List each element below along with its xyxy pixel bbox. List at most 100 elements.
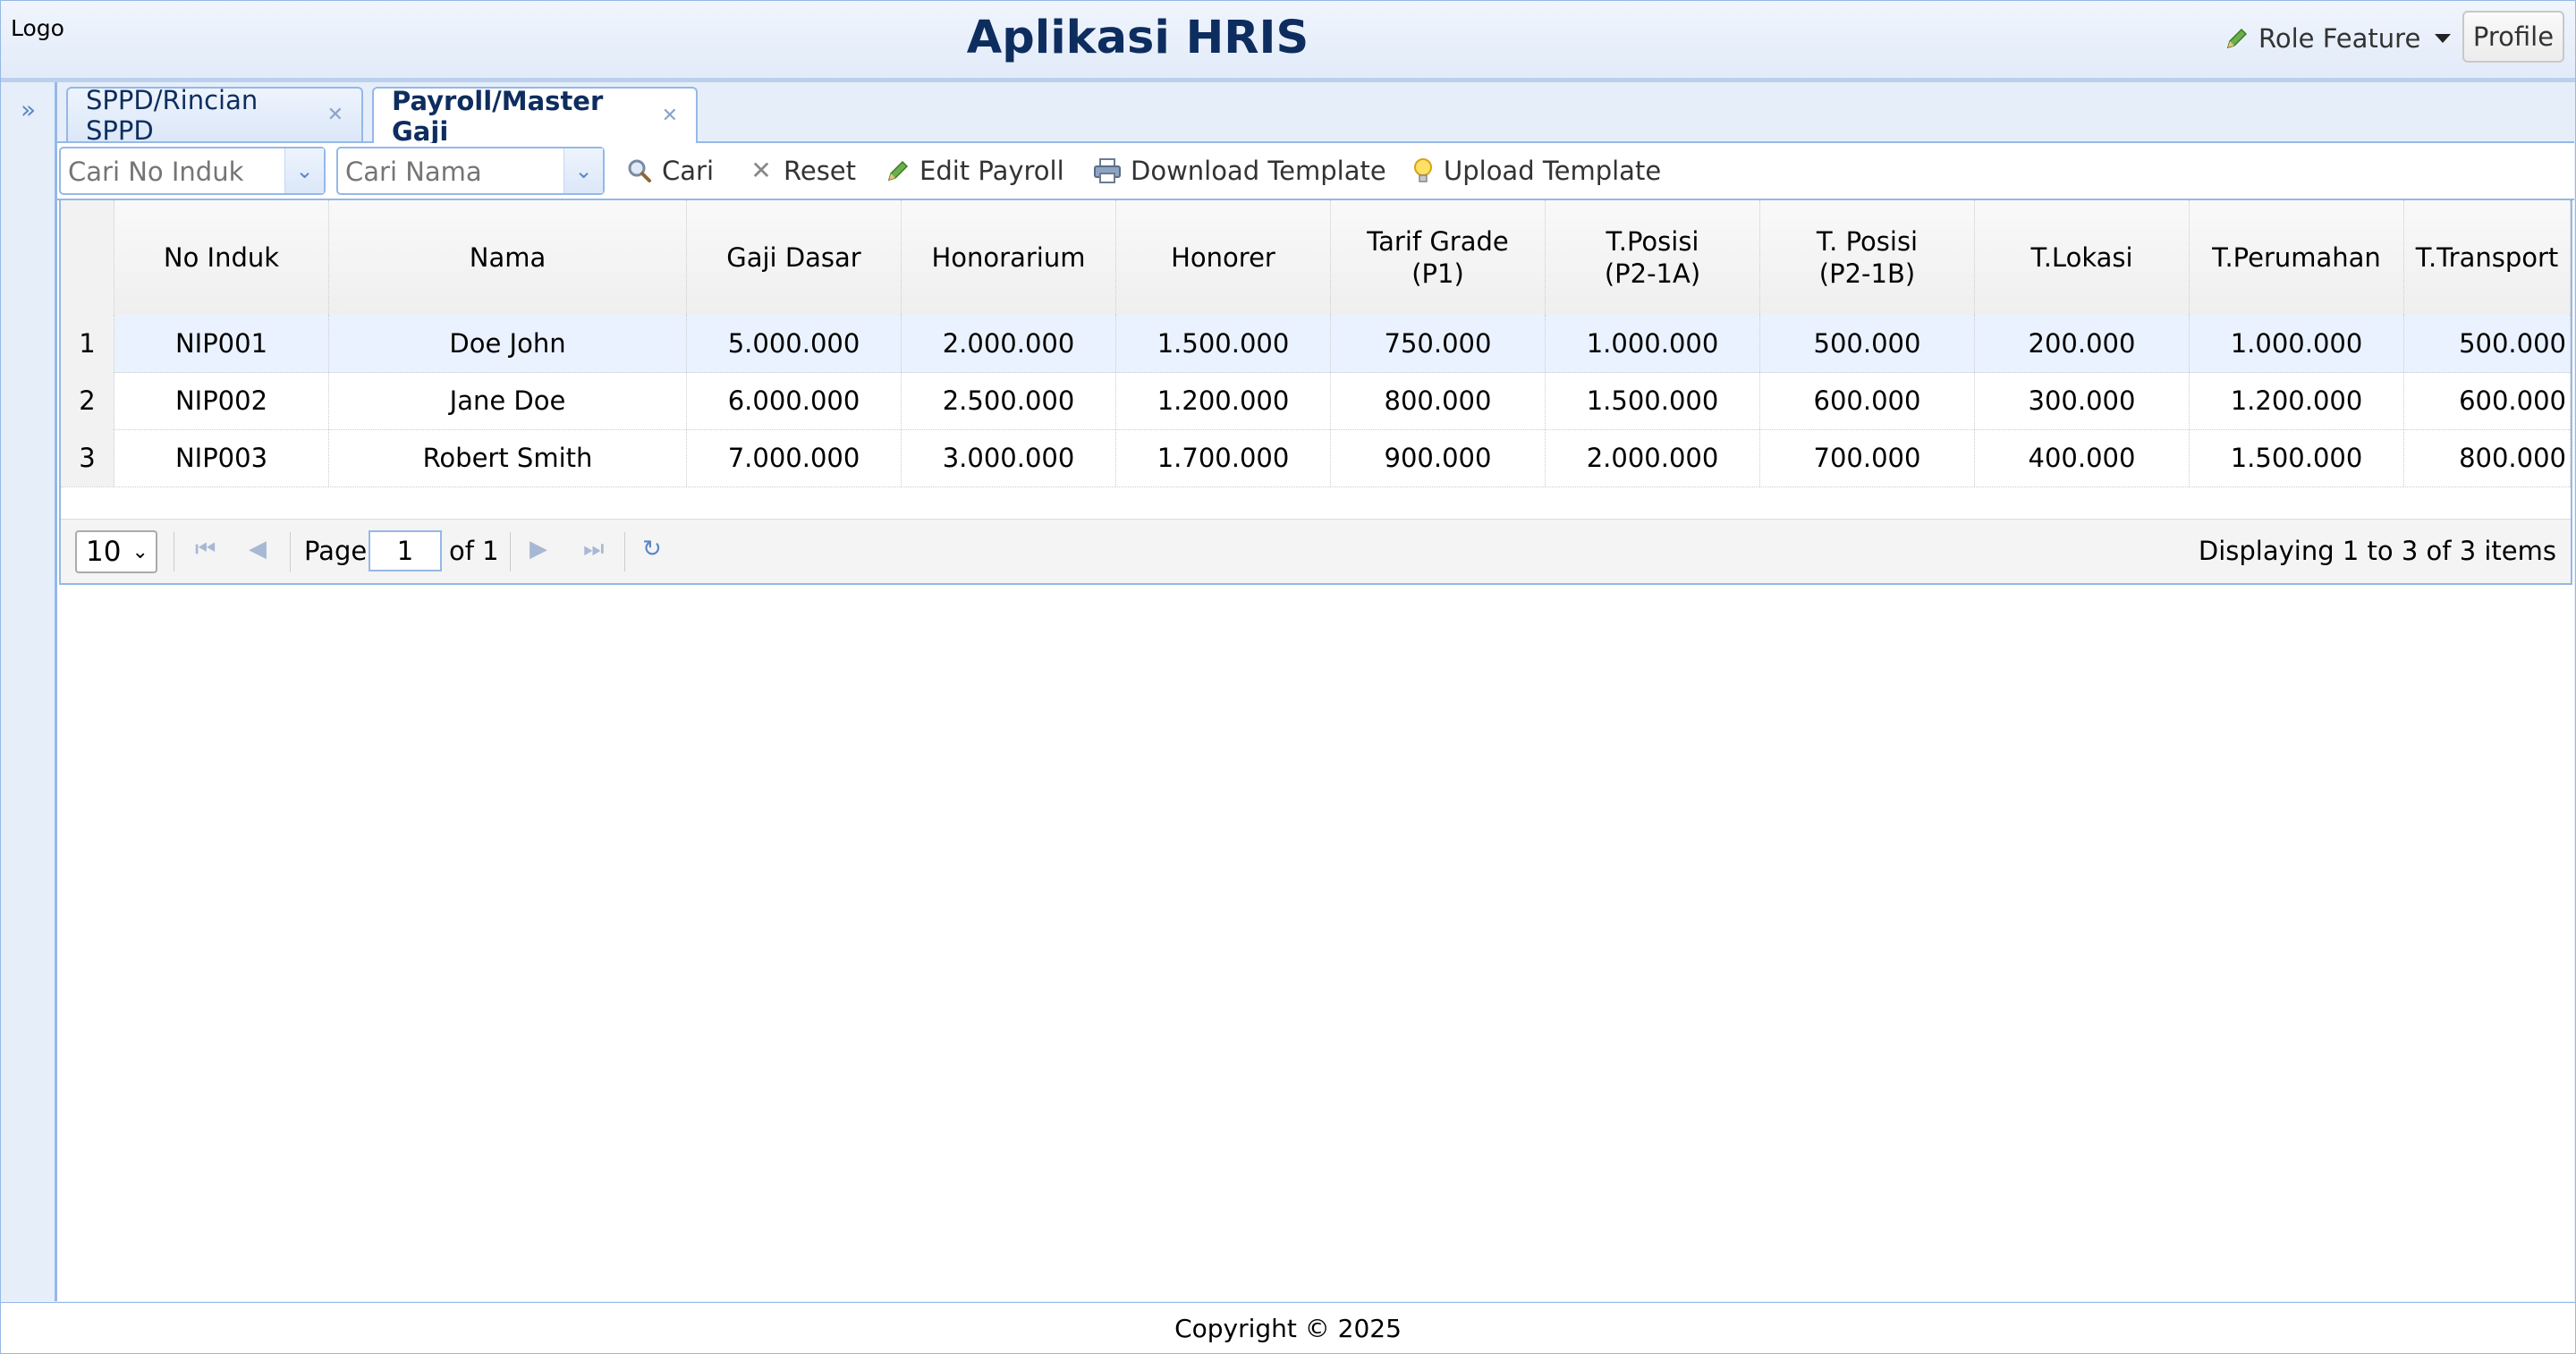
chevron-down-icon[interactable]: ⌄ (284, 148, 324, 193)
table-cell: 1.000.000 (1546, 315, 1760, 372)
grid-header: No Induk Nama Gaji Dasar Honorarium Hono… (61, 200, 2571, 316)
chevron-down-icon[interactable]: ⌄ (564, 148, 603, 193)
toolbar: ⌄ ⌄ Cari ✕ Reset Edit Payroll (57, 143, 2574, 200)
prev-page-icon[interactable]: ◀ (249, 536, 267, 563)
tab-label: SPPD/Rincian SPPD (86, 84, 258, 146)
pagination-bar: 10 ⌄ ⏮ ◀ Page 1 of 1 ▶ ⏭ ↻ Displaying 1 … (61, 519, 2571, 583)
displaying-info: Displaying 1 to 3 of 3 items (2198, 536, 2556, 566)
refresh-icon[interactable]: ↻ (642, 536, 662, 563)
role-feature-menu[interactable]: Role Feature (2224, 19, 2452, 58)
west-panel-collapsed: » (1, 82, 57, 1301)
table-cell: Jane Doe (329, 372, 687, 429)
pencil-icon (887, 160, 909, 182)
column-header[interactable]: Honorer (1116, 200, 1331, 315)
printer-icon (1094, 158, 1121, 183)
main-content: SPPD/Rincian SPPD ✕ Payroll/Master Gaji … (57, 82, 2574, 1301)
table-cell: 2.500.000 (902, 372, 1116, 429)
table-cell: 2.000.000 (902, 315, 1116, 372)
page-size-select[interactable]: 10 ⌄ (75, 530, 157, 573)
role-feature-label: Role Feature (2258, 23, 2421, 54)
page-label: Page (304, 536, 368, 566)
table-row[interactable]: 1 NIP001 Doe John 5.000.000 2.000.000 1.… (61, 315, 2571, 373)
table-cell: 800.000 (2404, 429, 2571, 487)
table-cell: 7.000.000 (687, 429, 902, 487)
table-cell: NIP002 (114, 372, 329, 429)
column-header[interactable]: T.Transport (2404, 200, 2571, 315)
table-cell: 6.000.000 (687, 372, 902, 429)
edit-payroll-button[interactable]: Edit Payroll (886, 150, 1064, 191)
column-header[interactable]: T.Lokasi (1975, 200, 2190, 315)
column-header[interactable]: T.Perumahan (2190, 200, 2404, 315)
first-page-icon[interactable]: ⏮ (195, 536, 216, 563)
close-icon[interactable]: ✕ (327, 104, 343, 126)
upload-template-button[interactable]: Upload Template (1411, 150, 1661, 191)
last-page-icon[interactable]: ⏭ (583, 536, 604, 563)
page-number-input[interactable]: 1 (369, 530, 442, 571)
column-header[interactable]: T. Posisi (P2-1B) (1760, 200, 1975, 315)
page-count-label: of 1 (449, 536, 499, 566)
table-cell: 2.000.000 (1546, 429, 1760, 487)
separator (290, 532, 291, 571)
column-header[interactable]: Honorarium (902, 200, 1116, 315)
tab-label: Payroll/Master Gaji (392, 85, 604, 147)
footer: Copyright © 2025 (1, 1302, 2575, 1353)
cari-button[interactable]: Cari (626, 150, 714, 191)
table-cell: NIP001 (114, 315, 329, 372)
row-number: 1 (61, 315, 114, 372)
column-header[interactable]: Nama (329, 200, 687, 315)
tabs-bar: SPPD/Rincian SPPD ✕ Payroll/Master Gaji … (57, 82, 2574, 147)
close-icon: ✕ (750, 156, 772, 185)
table-cell: 3.000.000 (902, 429, 1116, 487)
table-cell: Doe John (329, 315, 687, 372)
download-template-label: Download Template (1131, 156, 1386, 186)
table-cell: 1.500.000 (2190, 429, 2404, 487)
tab-payroll-master-gaji[interactable]: Payroll/Master Gaji ✕ (372, 86, 698, 147)
table-cell: 5.000.000 (687, 315, 902, 372)
search-nama-combo[interactable]: ⌄ (336, 147, 605, 195)
next-page-icon[interactable]: ▶ (530, 536, 547, 563)
column-header[interactable]: T.Posisi (P2-1A) (1546, 200, 1760, 315)
search-icon (628, 159, 651, 182)
profile-button[interactable]: Profile (2462, 11, 2564, 63)
caret-down-icon (2435, 34, 2452, 43)
column-header[interactable]: Tarif Grade (P1) (1331, 200, 1546, 315)
table-cell: 1.500.000 (1546, 372, 1760, 429)
table-cell: 1.700.000 (1116, 429, 1331, 487)
table-cell: 750.000 (1331, 315, 1546, 372)
cari-label: Cari (662, 156, 714, 186)
download-template-button[interactable]: Download Template (1093, 150, 1386, 191)
expand-panel-icon[interactable]: » (21, 95, 36, 124)
payroll-grid: No Induk Nama Gaji Dasar Honorarium Hono… (59, 199, 2572, 585)
table-cell: 600.000 (1760, 372, 1975, 429)
tab-sppd-rincian[interactable]: SPPD/Rincian SPPD ✕ (66, 85, 363, 146)
table-cell: NIP003 (114, 429, 329, 487)
row-number: 2 (61, 372, 114, 429)
column-header[interactable]: No Induk (114, 200, 329, 315)
table-cell: 500.000 (2404, 315, 2571, 372)
table-cell: 600.000 (2404, 372, 2571, 429)
table-row[interactable]: 3 NIP003 Robert Smith 7.000.000 3.000.00… (61, 429, 2571, 487)
pencil-icon (2226, 28, 2248, 49)
chevron-down-icon: ⌄ (131, 540, 148, 563)
table-cell: 1.500.000 (1116, 315, 1331, 372)
close-icon[interactable]: ✕ (662, 105, 678, 127)
search-nama-input[interactable] (338, 148, 569, 195)
table-cell: 500.000 (1760, 315, 1975, 372)
table-row[interactable]: 2 NIP002 Jane Doe 6.000.000 2.500.000 1.… (61, 372, 2571, 430)
search-no-induk-combo[interactable]: ⌄ (59, 147, 326, 195)
table-cell: 1.200.000 (2190, 372, 2404, 429)
table-cell: 400.000 (1975, 429, 2190, 487)
table-cell: 1.200.000 (1116, 372, 1331, 429)
row-number: 3 (61, 429, 114, 487)
lightbulb-icon (1414, 158, 1432, 182)
column-header[interactable]: Gaji Dasar (687, 200, 902, 315)
table-cell: 800.000 (1331, 372, 1546, 429)
app-title: Aplikasi HRIS (966, 12, 1309, 64)
table-cell: Robert Smith (329, 429, 687, 487)
search-no-induk-input[interactable] (61, 148, 290, 195)
separator (624, 532, 625, 571)
table-cell: 900.000 (1331, 429, 1546, 487)
page-size-value: 10 (86, 536, 122, 568)
reset-button[interactable]: ✕ Reset (748, 150, 856, 191)
copyright-text: Copyright © 2025 (1174, 1313, 1402, 1343)
